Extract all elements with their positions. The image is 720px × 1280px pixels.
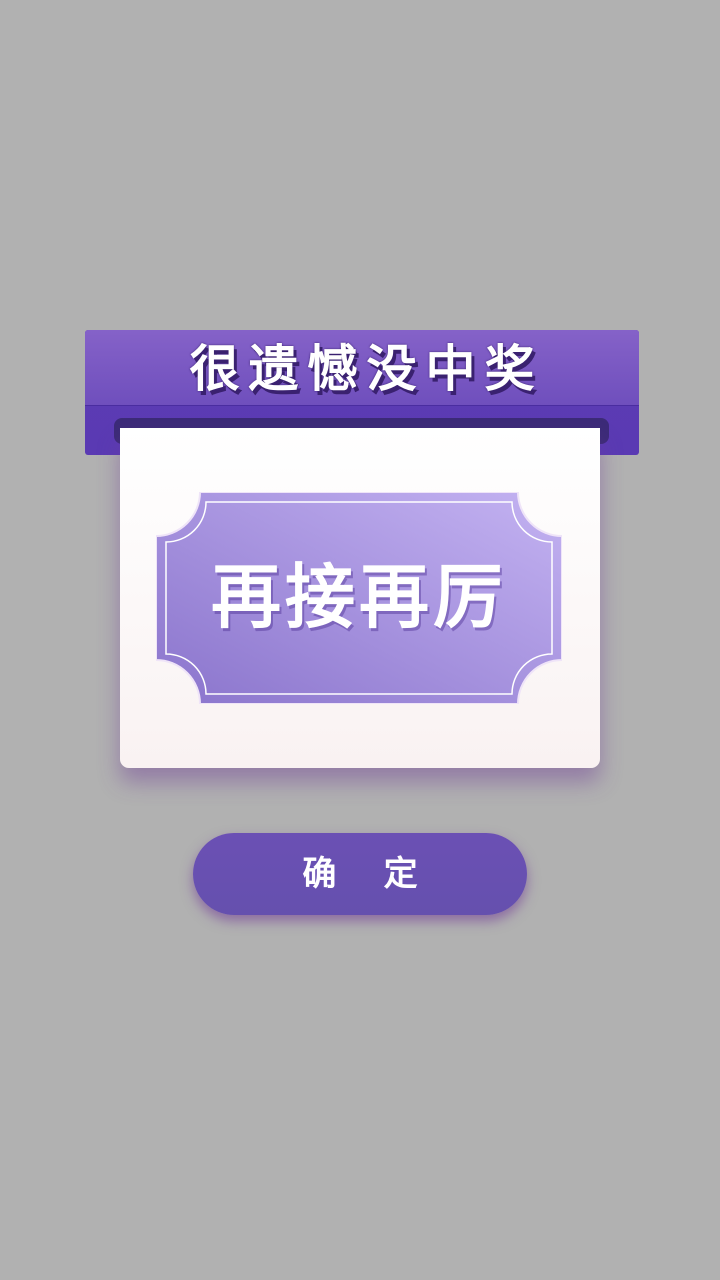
dialog-title: 很遗憾没中奖 (189, 340, 544, 398)
result-card: 再接再厉 (120, 428, 600, 768)
banner-title-panel: 很遗憾没中奖 (85, 330, 639, 406)
result-message: 再接再厉 (211, 556, 507, 638)
confirm-button[interactable]: 确 定 (193, 833, 527, 915)
result-dialog-overlay: 很遗憾没中奖 再接再厉 确 定 (0, 0, 720, 1280)
message-ticket: 再接再厉 (156, 492, 562, 704)
